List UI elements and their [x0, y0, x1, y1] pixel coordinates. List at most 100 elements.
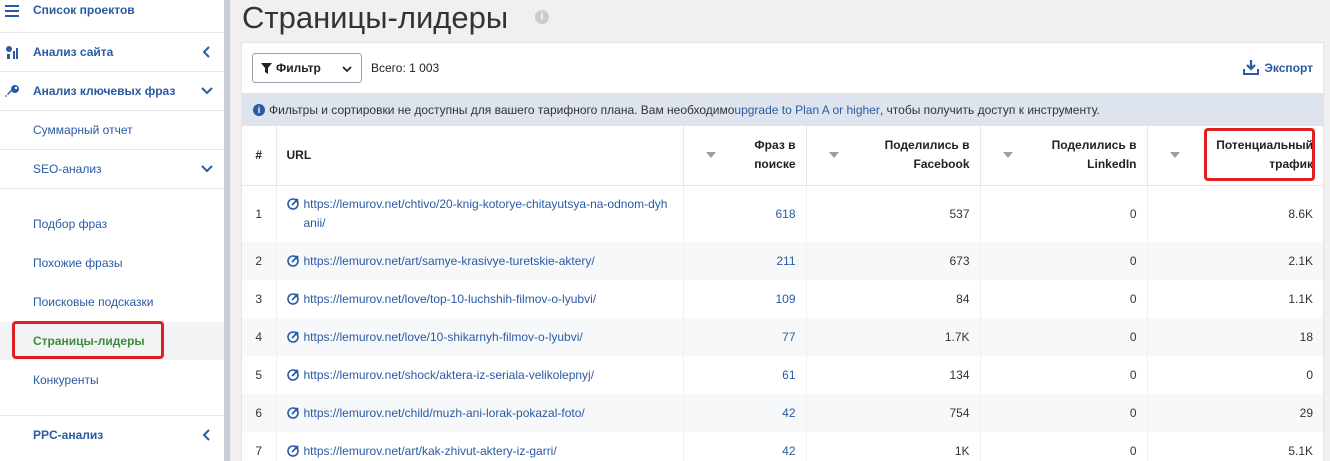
- sidebar-item-label: SEO-анализ: [33, 162, 102, 176]
- key-icon: [4, 83, 20, 99]
- sidebar-item-phrase-selection[interactable]: Подбор фраз: [0, 205, 224, 243]
- row-facebook: 754: [806, 394, 981, 432]
- row-phrases[interactable]: 618: [683, 185, 807, 242]
- page-url-link[interactable]: https://lemurov.net/art/kak-zhivut-akter…: [286, 442, 683, 461]
- col-url-header: URL: [276, 126, 684, 186]
- row-linkedin: 0: [980, 185, 1148, 242]
- row-traffic: 5.1K: [1147, 432, 1323, 461]
- sidebar-item-label: Похожие фразы: [33, 256, 123, 270]
- row-facebook: 134: [806, 356, 981, 394]
- sidebar-item-similar-phrases[interactable]: Похожие фразы: [0, 244, 224, 282]
- external-link-icon: [286, 406, 299, 419]
- plan-notice: i Фильтры и сортировки не доступны для в…: [242, 93, 1323, 126]
- external-link-icon: [286, 292, 299, 305]
- sort-icon[interactable]: [1169, 152, 1180, 159]
- row-number: 5: [242, 356, 277, 394]
- page-url-link[interactable]: https://lemurov.net/shock/aktera-iz-seri…: [286, 366, 683, 385]
- sidebar-item-summary[interactable]: Суммарный отчет: [0, 111, 224, 149]
- row-phrases[interactable]: 61: [683, 356, 807, 394]
- chevron-left-icon: [202, 46, 210, 58]
- site-analysis-icon: [4, 44, 20, 60]
- external-link-icon: [286, 444, 299, 457]
- sidebar-item-site-analysis[interactable]: Анализ сайта: [0, 33, 224, 71]
- row-phrases[interactable]: 77: [683, 318, 807, 356]
- sidebar-item-label: Анализ ключевых фраз: [33, 84, 176, 98]
- row-linkedin: 0: [980, 242, 1148, 280]
- chevron-left-icon: [202, 429, 210, 441]
- row-url-cell: https://lemurov.net/love/10-shikarnyh-fi…: [276, 318, 684, 356]
- sidebar-item-projects[interactable]: Список проектов: [0, 0, 224, 22]
- row-linkedin: 0: [980, 318, 1148, 356]
- table-row: 4 https://lemurov.net/love/10-shikarnyh-f…: [242, 318, 1323, 356]
- row-facebook: 537: [806, 185, 981, 242]
- chevron-down-icon: [201, 165, 213, 173]
- info-icon: i: [253, 103, 265, 116]
- upgrade-link[interactable]: upgrade to Plan A or higher: [734, 103, 879, 117]
- sidebar-item-seo-analysis[interactable]: SEO-анализ: [0, 150, 224, 188]
- table-header-row: # URL Фраз в поиске Поделились в Facebook …: [242, 126, 1323, 186]
- sidebar-item-ppc-analysis[interactable]: PPC-анализ: [0, 416, 224, 454]
- row-number: 1: [242, 185, 277, 242]
- col-phrases-header[interactable]: Фраз в поиске: [683, 126, 807, 186]
- row-traffic: 29: [1147, 394, 1323, 432]
- sort-icon[interactable]: [1002, 152, 1013, 159]
- pages-table: # URL Фраз в поиске Поделились в Facebook …: [242, 126, 1323, 461]
- page-url-link[interactable]: https://lemurov.net/art/samye-krasivye-t…: [286, 252, 683, 271]
- row-traffic: 0: [1147, 356, 1323, 394]
- row-linkedin: 0: [980, 432, 1148, 461]
- filter-icon: [261, 62, 272, 74]
- table-row: 3 https://lemurov.net/love/top-10-luchshi…: [242, 280, 1323, 318]
- row-url-cell: https://lemurov.net/shock/aktera-iz-seri…: [276, 356, 684, 394]
- notice-text: Фильтры и сортировки не доступны для ваш…: [269, 102, 735, 117]
- col-facebook-header[interactable]: Поделились в Facebook: [806, 126, 981, 186]
- export-button[interactable]: Экспорт: [1243, 60, 1313, 75]
- divider: [0, 188, 224, 189]
- row-phrases[interactable]: 211: [683, 242, 807, 280]
- row-number: 6: [242, 394, 277, 432]
- info-icon[interactable]: i: [535, 10, 549, 24]
- row-traffic: 1.1K: [1147, 280, 1323, 318]
- sidebar-item-label: Суммарный отчет: [33, 123, 133, 137]
- external-link-icon: [286, 368, 299, 381]
- page-url-link[interactable]: https://lemurov.net/child/muzh-ani-lorak…: [286, 404, 683, 423]
- row-facebook: 673: [806, 242, 981, 280]
- table-row: 7 https://lemurov.net/art/kak-zhivut-akte…: [242, 432, 1323, 461]
- table-row: 1 https://lemurov.net/chtivo/20-knig-koto…: [242, 185, 1323, 242]
- row-linkedin: 0: [980, 394, 1148, 432]
- sidebar-item-keyword-analysis[interactable]: Анализ ключевых фраз: [0, 72, 224, 110]
- external-link-icon: [286, 254, 299, 267]
- sidebar-item-label: Конкуренты: [33, 373, 99, 387]
- col-linkedin-header[interactable]: Поделились в LinkedIn: [980, 126, 1148, 186]
- row-phrases[interactable]: 42: [683, 394, 807, 432]
- external-link-icon: [286, 197, 299, 210]
- page-url-link[interactable]: https://lemurov.net/chtivo/20-knig-kotor…: [286, 195, 683, 233]
- sidebar-item-label: Список проектов: [33, 3, 135, 17]
- row-number: 3: [242, 280, 277, 318]
- sort-icon[interactable]: [705, 152, 716, 159]
- filter-label: Фильтр: [276, 61, 321, 75]
- row-url-cell: https://lemurov.net/child/muzh-ani-lorak…: [276, 394, 684, 432]
- notice-text-end: , чтобы получить доступ к инструменту.: [879, 102, 1100, 117]
- col-traffic-header[interactable]: Потенциальный трафик: [1147, 126, 1323, 186]
- chevron-down-icon: [342, 66, 352, 73]
- sidebar-item-competitors[interactable]: Конкуренты: [0, 361, 224, 399]
- highlight-box: [12, 321, 164, 359]
- page-url-link[interactable]: https://lemurov.net/love/top-10-luchshih…: [286, 290, 683, 309]
- external-link-icon: [286, 330, 299, 343]
- sidebar-item-label: Подбор фраз: [33, 217, 108, 231]
- row-phrases[interactable]: 42: [683, 432, 807, 461]
- highlight-box: [1203, 128, 1315, 181]
- export-label: Экспорт: [1264, 60, 1313, 75]
- report-panel: Фильтр Всего: 1 003 Экспорт i Фильтры и …: [241, 42, 1324, 461]
- row-linkedin: 0: [980, 280, 1148, 318]
- page-url-link[interactable]: https://lemurov.net/love/10-shikarnyh-fi…: [286, 328, 683, 347]
- row-linkedin: 0: [980, 356, 1148, 394]
- chevron-down-icon: [201, 87, 213, 95]
- filter-button[interactable]: Фильтр: [252, 53, 362, 83]
- sidebar-item-search-suggestions[interactable]: Поисковые подсказки: [0, 283, 224, 321]
- sidebar-scrollbar[interactable]: [224, 0, 230, 461]
- row-phrases[interactable]: 109: [683, 280, 807, 318]
- row-traffic: 18: [1147, 318, 1323, 356]
- sort-icon[interactable]: [828, 152, 839, 159]
- row-url-cell: https://lemurov.net/chtivo/20-knig-kotor…: [276, 185, 684, 242]
